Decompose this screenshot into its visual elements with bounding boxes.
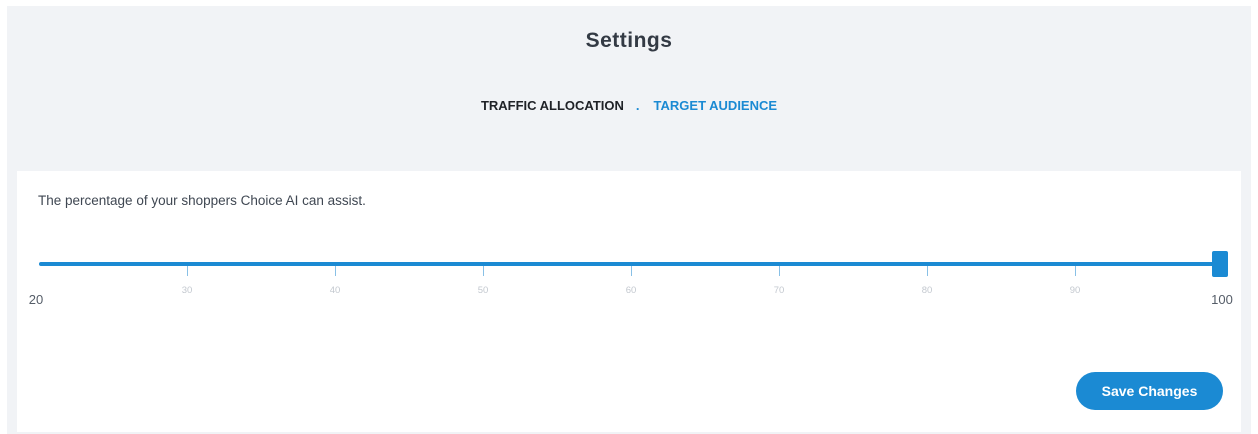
- slider-tick: [335, 266, 336, 276]
- save-changes-button[interactable]: Save Changes: [1076, 372, 1223, 410]
- slider-tick-label: 70: [773, 285, 785, 296]
- slider-tick-label: 40: [329, 285, 341, 296]
- traffic-slider[interactable]: 20 30 40 50 60 70 80 90 100: [17, 171, 1241, 321]
- slider-tick: [927, 266, 928, 276]
- slider-tick: [631, 266, 632, 276]
- settings-page: Settings TRAFFIC ALLOCATION. TARGET AUDIE…: [7, 6, 1251, 434]
- settings-tabs: TRAFFIC ALLOCATION. TARGET AUDIENCE: [7, 97, 1251, 113]
- traffic-allocation-card: The percentage of your shoppers Choice A…: [17, 171, 1241, 432]
- slider-tick: [779, 266, 780, 276]
- slider-tick-label: 90: [1069, 285, 1081, 296]
- slider-tick-label: 50: [477, 285, 489, 296]
- slider-tick-label: 20: [28, 292, 44, 307]
- slider-tick: [483, 266, 484, 276]
- page-title: Settings: [585, 29, 673, 52]
- slider-handle[interactable]: [1212, 251, 1228, 277]
- tab-separator: .: [635, 98, 640, 114]
- slider-tick: [187, 266, 188, 276]
- slider-tick-label: 60: [625, 285, 637, 296]
- slider-tick: [1075, 266, 1076, 276]
- tab-target-audience[interactable]: TARGET AUDIENCE: [654, 98, 778, 113]
- tab-traffic-allocation[interactable]: TRAFFIC ALLOCATION: [481, 98, 624, 113]
- slider-tick-label: 30: [181, 285, 193, 296]
- slider-tick-label: 80: [921, 285, 933, 296]
- slider-tick-label: 100: [1211, 292, 1233, 307]
